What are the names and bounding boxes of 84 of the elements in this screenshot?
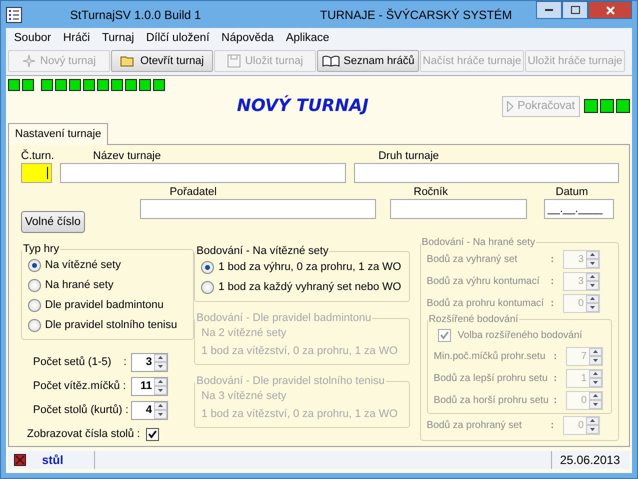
group-title: Rozšířené bodování [428, 314, 520, 325]
maximize-button[interactable] [562, 1, 588, 19]
organizer-field[interactable] [140, 199, 376, 219]
group-title: Typ hry [22, 243, 60, 255]
group-title: Bodování - Na hrané sety [420, 237, 536, 248]
field-label: Ročník [412, 185, 449, 199]
field-label: Druh turnaje [377, 149, 440, 163]
number-spinner[interactable]: 3 [131, 352, 168, 372]
colon-text: : [554, 394, 558, 406]
field-label: Bodů za lepší prohru setu [434, 372, 549, 384]
field-label: Bodů za prohru kontumací [426, 298, 545, 308]
star-icon [22, 54, 36, 68]
field-label: Počet stolů (kurtů) : [33, 404, 130, 416]
minimize-icon [545, 8, 553, 12]
tab[interactable]: Nastavení turnaje [8, 123, 108, 145]
radio-label: 1 bod za každý vyhraný set nebo WO [218, 281, 402, 293]
window-subtitle: TURNAJE - ŠVÝCARSKÝ SYSTÉM [320, 8, 514, 22]
field-label: Pořadatel [168, 185, 218, 199]
rule-text: Na 3 vítězné sety [201, 389, 288, 404]
group-title: Bodování - Dle pravidel stolního tenisu [195, 375, 386, 387]
checkbox[interactable] [146, 428, 160, 440]
close-button[interactable] [588, 1, 632, 19]
status-text: stůl [42, 453, 64, 467]
close-box-icon [14, 454, 26, 466]
rule-text: 1 bod za vítězství, 0 za prohru, 1 za WO [201, 407, 399, 422]
colon-text: : [554, 372, 558, 384]
free-number-button[interactable]: Volné číslo [21, 211, 85, 233]
maximize-icon [570, 6, 580, 14]
number-spinner[interactable]: 4 [131, 400, 168, 420]
close-icon [606, 6, 614, 14]
menu-item[interactable]: Dílčí uložení [140, 32, 216, 44]
toolbar-button[interactable]: Otevřít turnaj [111, 50, 213, 72]
field-label: Bodů za vyhraný set [426, 254, 518, 264]
type-field[interactable] [354, 163, 619, 183]
toolbar-button[interactable]: Seznam hráčů [317, 50, 419, 72]
menu-item[interactable]: Aplikace [280, 32, 336, 44]
colon-text: : [550, 276, 556, 286]
radio-button[interactable] [201, 280, 214, 294]
app-icon [6, 6, 22, 22]
menu-item[interactable]: Hráči [57, 32, 96, 44]
page-heading: NOVÝ TURNAJ [236, 96, 370, 116]
field-label: Název turnaje [92, 149, 162, 163]
date-field[interactable]: __.__.____ [544, 199, 614, 219]
menu-item[interactable]: Soubor [8, 32, 58, 44]
folder-icon [120, 55, 136, 67]
play-icon [507, 100, 514, 112]
name-field[interactable] [60, 163, 346, 183]
radio-button[interactable] [28, 278, 41, 292]
field-label: Datum [554, 185, 590, 199]
group-title: Bodování - Dle pravidel badmintonu [195, 312, 372, 324]
window-title: StTurnajSV 1.0.0 Build 1 [70, 8, 202, 22]
checkbox-label: Volba rozšířeného bodování [458, 330, 582, 340]
field-label: Min.poč.míčků prohr.setu [434, 350, 546, 362]
radio-button[interactable] [201, 260, 214, 274]
field-label: Počet vítěz.míčků : [33, 380, 127, 392]
radio-button[interactable] [28, 318, 41, 332]
radio-label: 1 bod za výhru, 0 za prohru, 1 za WO [218, 261, 402, 273]
checkbox-label: Zobrazovat čísla stolů : [27, 428, 140, 440]
radio-label: Dle pravidel badmintonu [45, 299, 164, 311]
field-label: Bodů za horší prohru setu [434, 394, 550, 406]
status-date: 25.06.2013 [550, 451, 630, 469]
radio-label: Na vítězné sety [45, 259, 121, 271]
minimize-button[interactable] [536, 1, 562, 19]
radio-button[interactable] [28, 298, 41, 312]
field-label: Bodů za prohraný set [426, 420, 523, 430]
colon-text: : [554, 350, 558, 362]
number-spinner[interactable]: 11 [131, 376, 168, 396]
radio-label: Na hrané sety [45, 279, 114, 291]
colon-text: : [550, 420, 556, 430]
field-label: Č.turn. [21, 149, 52, 163]
group-title: Bodování - Na vítězné sety [195, 245, 330, 257]
field-label: Bodů za výhru kontumací [426, 276, 541, 286]
radio-label: Dle pravidel stolního tenisu [45, 319, 178, 331]
book-icon [322, 55, 340, 67]
rule-text: 1 bod za vítězství, 0 za prohru, 1 za WO [201, 344, 399, 359]
number-field[interactable] [21, 163, 52, 183]
rule-text: Na 2 vítězné sety [201, 326, 288, 341]
field-label: Počet setů (1-5) : [33, 356, 128, 368]
radio-button[interactable] [28, 258, 41, 272]
menu-item[interactable]: Turnaj [96, 32, 140, 44]
menu-item[interactable]: Nápověda [215, 32, 280, 44]
year-field[interactable] [390, 199, 527, 219]
colon-text: : [550, 298, 556, 308]
colon-text: : [550, 254, 556, 264]
